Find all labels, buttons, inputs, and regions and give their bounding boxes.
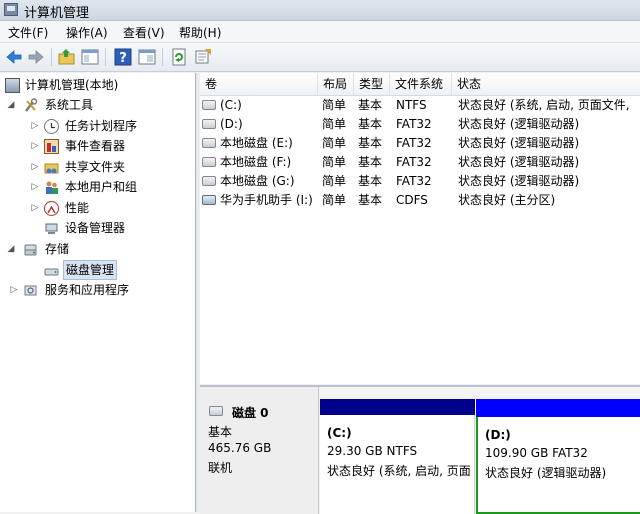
cd-drive-icon: [202, 195, 216, 205]
toolbar: ?: [0, 43, 640, 72]
drive-icon: [202, 157, 216, 167]
menu-file[interactable]: 文件(F): [8, 24, 48, 41]
disk-0-info[interactable]: 磁盘 0 基本 465.76 GB 联机: [200, 387, 319, 514]
disk-graphical-view: 磁盘 0 基本 465.76 GB 联机 (C:) 29.30 GB NTFS …: [200, 385, 640, 514]
tree-item-task-scheduler[interactable]: ▷ 任务计划程序: [0, 116, 195, 136]
show-hide-tree-icon[interactable]: [80, 47, 100, 67]
pane-splitter[interactable]: [196, 73, 199, 512]
column-header-filesystem[interactable]: 文件系统: [390, 73, 452, 95]
refresh-icon[interactable]: [169, 47, 189, 67]
toolbar-separator: [162, 48, 163, 66]
back-icon[interactable]: [4, 47, 24, 67]
partition-c[interactable]: (C:) 29.30 GB NTFS 状态良好 (系统, 启动, 页面: [320, 399, 475, 514]
tree-item-disk-management[interactable]: 磁盘管理: [0, 260, 195, 280]
tree-item-system-tools[interactable]: ◢ 系统工具: [0, 95, 195, 115]
export-icon[interactable]: [193, 47, 213, 67]
disk-status: 联机: [208, 461, 233, 475]
partition-d[interactable]: (D:) 109.90 GB FAT32 状态良好 (逻辑驱动器): [476, 399, 640, 514]
table-row[interactable]: 本地磁盘 (F:) 简单 基本 FAT32 状态良好 (逻辑驱动器): [200, 153, 640, 172]
drive-icon: [202, 138, 216, 148]
shared-folder-icon: [44, 160, 59, 175]
drive-icon: [202, 119, 216, 129]
toolbar-separator: [51, 48, 52, 66]
table-row[interactable]: (C:) 简单 基本 NTFS 状态良好 (系统, 启动, 页面文件,: [200, 96, 640, 115]
tree-item-storage[interactable]: ◢ 存储: [0, 239, 195, 259]
toolbar-separator: [105, 48, 106, 66]
tree-item-services-applications[interactable]: ▷ 服务和应用程序: [0, 280, 195, 300]
partition-cap: [320, 399, 475, 415]
event-viewer-icon: [44, 139, 59, 154]
partition-cap: [476, 399, 640, 417]
services-icon: [23, 283, 38, 298]
device-manager-icon: [44, 221, 59, 236]
column-header-layout[interactable]: 布局: [318, 73, 354, 95]
drive-icon: [202, 100, 216, 110]
menu-help[interactable]: 帮助(H): [179, 24, 221, 41]
column-header-status[interactable]: 状态: [452, 73, 640, 95]
console-tree: 计算机管理(本地) ◢ 系统工具 ▷ 任务计划程序 ▷ 事件查看器 ▷ 共享文件…: [0, 73, 196, 512]
disk-management-icon: [44, 263, 59, 278]
expand-arrow-icon[interactable]: ▷: [30, 157, 40, 177]
tree-item-shared-folders[interactable]: ▷ 共享文件夹: [0, 157, 195, 177]
tree-item-device-manager[interactable]: 设备管理器: [0, 218, 195, 238]
window-title: 计算机管理: [24, 6, 90, 21]
up-folder-icon[interactable]: [57, 47, 77, 67]
svg-text:?: ?: [119, 51, 127, 66]
tree-item-computer-management[interactable]: 计算机管理(本地): [0, 75, 195, 95]
column-header-volume[interactable]: 卷: [200, 73, 318, 95]
volume-list: 卷 布局 类型 文件系统 状态 (C:) 简单 基本 NTFS 状态良好 (系统…: [200, 73, 640, 384]
tools-icon: [23, 98, 38, 113]
disk-name: 磁盘 0: [232, 406, 269, 420]
table-row[interactable]: 本地磁盘 (E:) 简单 基本 FAT32 状态良好 (逻辑驱动器): [200, 134, 640, 153]
title-bar: 计算机管理: [0, 0, 640, 21]
disk-type: 基本: [208, 425, 233, 439]
clock-icon: [44, 119, 59, 134]
properties-icon[interactable]: [137, 47, 157, 67]
tree-item-event-viewer[interactable]: ▷ 事件查看器: [0, 136, 195, 156]
drive-icon: [202, 176, 216, 186]
computer-management-icon: [5, 78, 20, 93]
table-row[interactable]: 本地磁盘 (G:) 简单 基本 FAT32 状态良好 (逻辑驱动器): [200, 172, 640, 191]
menu-bar: 文件(F) 操作(A) 查看(V) 帮助(H): [0, 21, 640, 43]
disk-size: 465.76 GB: [208, 441, 272, 455]
performance-icon: [44, 201, 59, 216]
tree-item-performance[interactable]: ▷ 性能: [0, 198, 195, 218]
expand-arrow-icon[interactable]: ▷: [9, 280, 19, 300]
computer-management-icon: [4, 3, 18, 16]
table-row[interactable]: 华为手机助手 (I:) 简单 基本 CDFS 状态良好 (主分区): [200, 191, 640, 210]
expand-arrow-icon[interactable]: ▷: [30, 116, 40, 136]
expand-arrow-icon[interactable]: ▷: [30, 177, 40, 197]
table-row[interactable]: (D:) 简单 基本 FAT32 状态良好 (逻辑驱动器): [200, 115, 640, 134]
users-icon: [44, 180, 59, 195]
column-header-type[interactable]: 类型: [354, 73, 390, 95]
tree-item-local-users-groups[interactable]: ▷ 本地用户和组: [0, 177, 195, 197]
storage-icon: [23, 242, 38, 257]
expand-arrow-icon[interactable]: ▷: [30, 136, 40, 156]
forward-icon[interactable]: [26, 47, 46, 67]
volume-list-header: 卷 布局 类型 文件系统 状态: [200, 73, 640, 96]
collapse-arrow-icon[interactable]: ◢: [6, 95, 16, 115]
menu-view[interactable]: 查看(V): [123, 24, 165, 41]
collapse-arrow-icon[interactable]: ◢: [6, 239, 16, 259]
disk-icon: [209, 406, 223, 416]
help-icon[interactable]: ?: [113, 47, 133, 67]
expand-arrow-icon[interactable]: ▷: [30, 198, 40, 218]
menu-action[interactable]: 操作(A): [66, 24, 108, 41]
